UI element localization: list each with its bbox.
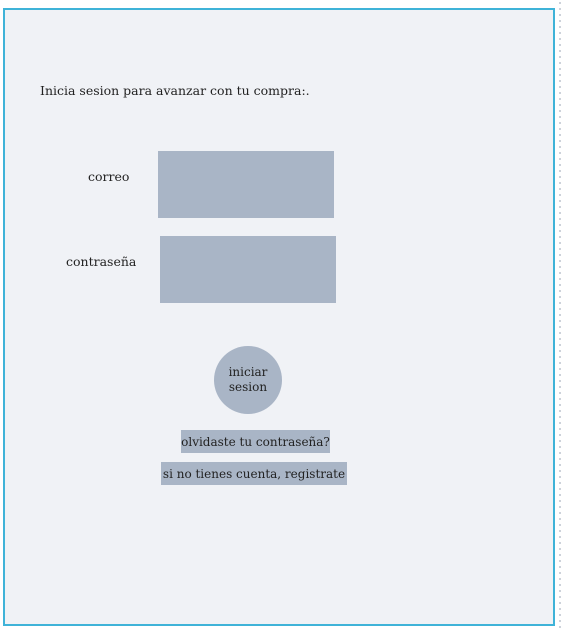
password-field[interactable]: [160, 236, 336, 303]
login-prompt: Inicia sesion para avanzar con tu compra…: [40, 83, 310, 98]
register-label: si no tienes cuenta, registrate: [162, 466, 346, 481]
login-panel: Inicia sesion para avanzar con tu compra…: [3, 8, 555, 626]
dotted-edge-decoration: [558, 0, 562, 632]
email-label: correo: [88, 169, 130, 184]
forgot-password-label: olvidaste tu contraseña?: [181, 434, 330, 449]
register-link[interactable]: si no tienes cuenta, registrate: [161, 462, 347, 485]
forgot-password-link[interactable]: olvidaste tu contraseña?: [181, 430, 330, 453]
password-label: contraseña: [66, 254, 137, 269]
page: Inicia sesion para avanzar con tu compra…: [0, 0, 566, 632]
login-button[interactable]: iniciar sesion: [214, 346, 282, 414]
email-field[interactable]: [158, 151, 334, 218]
